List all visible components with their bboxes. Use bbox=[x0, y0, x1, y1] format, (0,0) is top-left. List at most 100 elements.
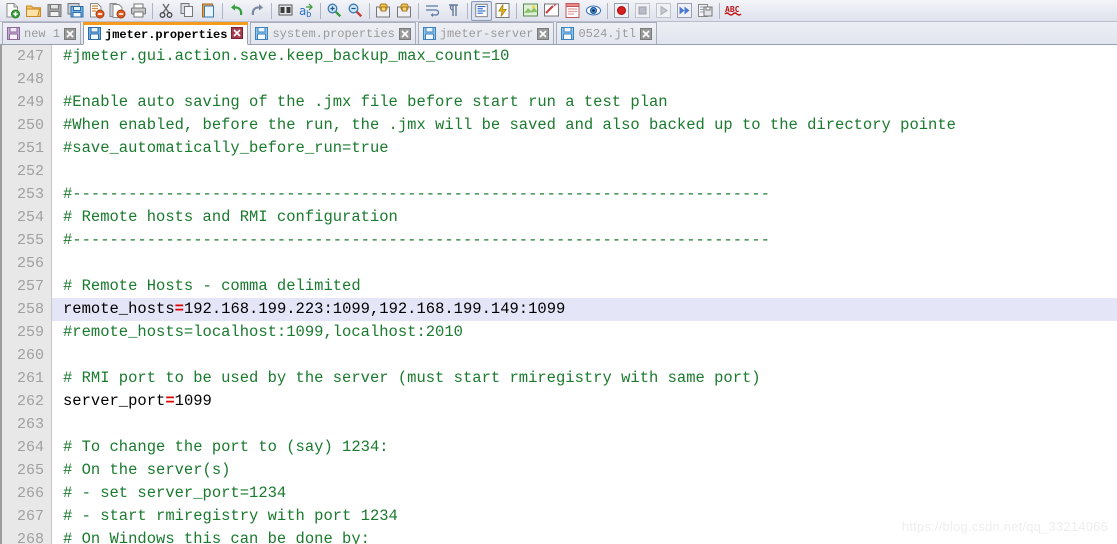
function-list-icon[interactable] bbox=[562, 1, 583, 21]
code-line[interactable]: 262 server_port=1099 bbox=[0, 390, 1117, 413]
paste-icon[interactable] bbox=[198, 1, 219, 21]
zoom-out-icon[interactable] bbox=[345, 1, 366, 21]
toolbar-separator bbox=[222, 2, 223, 19]
document-switcher-icon[interactable] bbox=[583, 1, 604, 21]
floppy-icon bbox=[7, 27, 20, 40]
new-file-icon[interactable] bbox=[2, 1, 23, 21]
code-line[interactable]: 250 #When enabled, before the run, the .j… bbox=[0, 114, 1117, 137]
line-number: 259 bbox=[16, 324, 44, 341]
line-content[interactable]: #---------------------------------------… bbox=[52, 183, 1117, 206]
line-content[interactable]: remote_hosts=192.168.199.223:1099,192.16… bbox=[52, 298, 1117, 321]
code-line[interactable]: 258 remote_hosts=192.168.199.223:1099,192… bbox=[0, 298, 1117, 321]
line-content[interactable]: # Remote hosts and RMI configuration bbox=[52, 206, 1117, 229]
text-editor[interactable]: 247 #jmeter.gui.action.save.keep_backup_m… bbox=[0, 45, 1117, 544]
line-number: 257 bbox=[16, 278, 44, 295]
record-macro-icon[interactable] bbox=[611, 1, 632, 21]
stop-macro-icon[interactable] bbox=[632, 1, 653, 21]
code-area[interactable]: 247 #jmeter.gui.action.save.keep_backup_m… bbox=[0, 45, 1117, 544]
code-line[interactable]: 265 # On the server(s) bbox=[0, 459, 1117, 482]
code-line[interactable]: 266 # - set server_port=1234 bbox=[0, 482, 1117, 505]
line-content[interactable]: #jmeter.gui.action.save.keep_backup_max_… bbox=[52, 45, 1117, 68]
sync-vertical-icon[interactable] bbox=[373, 1, 394, 21]
tab-new-1[interactable]: new 1 bbox=[2, 22, 82, 44]
code-line[interactable]: 255 #------------------------------------… bbox=[0, 229, 1117, 252]
code-line[interactable]: 249 #Enable auto saving of the .jmx file … bbox=[0, 91, 1117, 114]
line-number: 255 bbox=[16, 232, 44, 249]
property-equals: = bbox=[174, 300, 184, 318]
line-number: 262 bbox=[16, 393, 44, 410]
close-icon[interactable] bbox=[537, 27, 550, 40]
show-all-characters-icon[interactable] bbox=[443, 1, 464, 21]
close-all-icon[interactable] bbox=[107, 1, 128, 21]
code-line[interactable]: 253 #------------------------------------… bbox=[0, 183, 1117, 206]
replace-icon[interactable]: a b bbox=[296, 1, 317, 21]
property-value: 1099 bbox=[174, 392, 212, 410]
close-icon[interactable] bbox=[64, 27, 77, 40]
redo-icon[interactable] bbox=[247, 1, 268, 21]
line-content[interactable]: #When enabled, before the run, the .jmx … bbox=[52, 114, 1117, 137]
close-icon[interactable] bbox=[640, 27, 653, 40]
line-content[interactable]: #remote_hosts=localhost:1099,localhost:2… bbox=[52, 321, 1117, 344]
line-content[interactable]: #save_automatically_before_run=true bbox=[52, 137, 1117, 160]
tab-system-properties[interactable]: system.properties bbox=[250, 22, 416, 44]
tab-label: system.properties bbox=[272, 27, 395, 41]
spell-check-icon[interactable]: ABC bbox=[723, 1, 744, 21]
sync-horizontal-icon[interactable] bbox=[394, 1, 415, 21]
line-content[interactable]: # RMI port to be used by the server (mus… bbox=[52, 367, 1117, 390]
line-number: 256 bbox=[16, 255, 44, 272]
code-line[interactable]: 256 bbox=[0, 252, 1117, 275]
tab-0524-jtl[interactable]: 0524.jtl bbox=[556, 22, 658, 44]
line-content[interactable]: # On Windows this can be done by: bbox=[52, 528, 1117, 544]
line-content[interactable]: # On the server(s) bbox=[52, 459, 1117, 482]
save-icon[interactable] bbox=[44, 1, 65, 21]
code-line[interactable]: 247 #jmeter.gui.action.save.keep_backup_m… bbox=[0, 45, 1117, 68]
play-macro-icon[interactable] bbox=[653, 1, 674, 21]
tab-label: jmeter.properties bbox=[105, 27, 228, 42]
close-icon[interactable] bbox=[398, 27, 411, 40]
code-line[interactable]: 259 #remote_hosts=localhost:1099,localhos… bbox=[0, 321, 1117, 344]
line-content[interactable]: #---------------------------------------… bbox=[52, 229, 1117, 252]
line-content[interactable]: # - set server_port=1234 bbox=[52, 482, 1117, 505]
find-in-files-icon[interactable] bbox=[275, 1, 296, 21]
open-folder-icon[interactable] bbox=[23, 1, 44, 21]
word-wrap-icon[interactable] bbox=[422, 1, 443, 21]
code-line[interactable]: 263 bbox=[0, 413, 1117, 436]
save-all-icon[interactable] bbox=[65, 1, 86, 21]
toolbar-separator bbox=[418, 2, 419, 19]
line-number: 258 bbox=[16, 301, 44, 318]
code-line[interactable]: 257 # Remote Hosts - comma delimited bbox=[0, 275, 1117, 298]
line-content[interactable]: # - start rmiregistry with port 1234 bbox=[52, 505, 1117, 528]
indent-guide-icon[interactable] bbox=[471, 0, 492, 21]
print-icon[interactable] bbox=[128, 1, 149, 21]
show-symbol-icon[interactable] bbox=[492, 1, 513, 21]
code-line[interactable]: 267 # - start rmiregistry with port 1234 bbox=[0, 505, 1117, 528]
toolbar-separator bbox=[271, 2, 272, 19]
line-content[interactable]: # To change the port to (say) 1234: bbox=[52, 436, 1117, 459]
line-content[interactable]: # Remote Hosts - comma delimited bbox=[52, 275, 1117, 298]
document-map-icon[interactable] bbox=[541, 1, 562, 21]
line-content[interactable]: #Enable auto saving of the .jmx file bef… bbox=[52, 91, 1117, 114]
line-content[interactable]: server_port=1099 bbox=[52, 390, 1117, 413]
cut-icon[interactable] bbox=[156, 1, 177, 21]
code-line[interactable]: 248 bbox=[0, 68, 1117, 91]
code-line[interactable]: 254 # Remote hosts and RMI configuration bbox=[0, 206, 1117, 229]
copy-icon[interactable] bbox=[177, 1, 198, 21]
code-line[interactable]: 261 # RMI port to be used by the server (… bbox=[0, 367, 1117, 390]
save-macro-icon[interactable] bbox=[695, 1, 716, 21]
code-line[interactable]: 260 bbox=[0, 344, 1117, 367]
user-defined-language-icon[interactable] bbox=[520, 1, 541, 21]
code-line[interactable]: 264 # To change the port to (say) 1234: bbox=[0, 436, 1117, 459]
code-line[interactable]: 252 bbox=[0, 160, 1117, 183]
close-file-icon[interactable] bbox=[86, 1, 107, 21]
close-icon[interactable] bbox=[231, 27, 244, 39]
code-line[interactable]: 251 #save_automatically_before_run=true bbox=[0, 137, 1117, 160]
code-line[interactable]: 268 # On Windows this can be done by: bbox=[0, 528, 1117, 544]
toolbar-separator bbox=[369, 2, 370, 19]
tab-label: new 1 bbox=[24, 27, 61, 41]
undo-icon[interactable] bbox=[226, 1, 247, 21]
run-macro-multiple-icon[interactable] bbox=[674, 1, 695, 21]
tab-jmeter-properties[interactable]: jmeter.properties bbox=[83, 22, 249, 45]
zoom-in-icon[interactable] bbox=[324, 1, 345, 21]
toolbar-separator bbox=[719, 2, 720, 19]
tab-jmeter-server[interactable]: jmeter-server bbox=[417, 22, 555, 44]
